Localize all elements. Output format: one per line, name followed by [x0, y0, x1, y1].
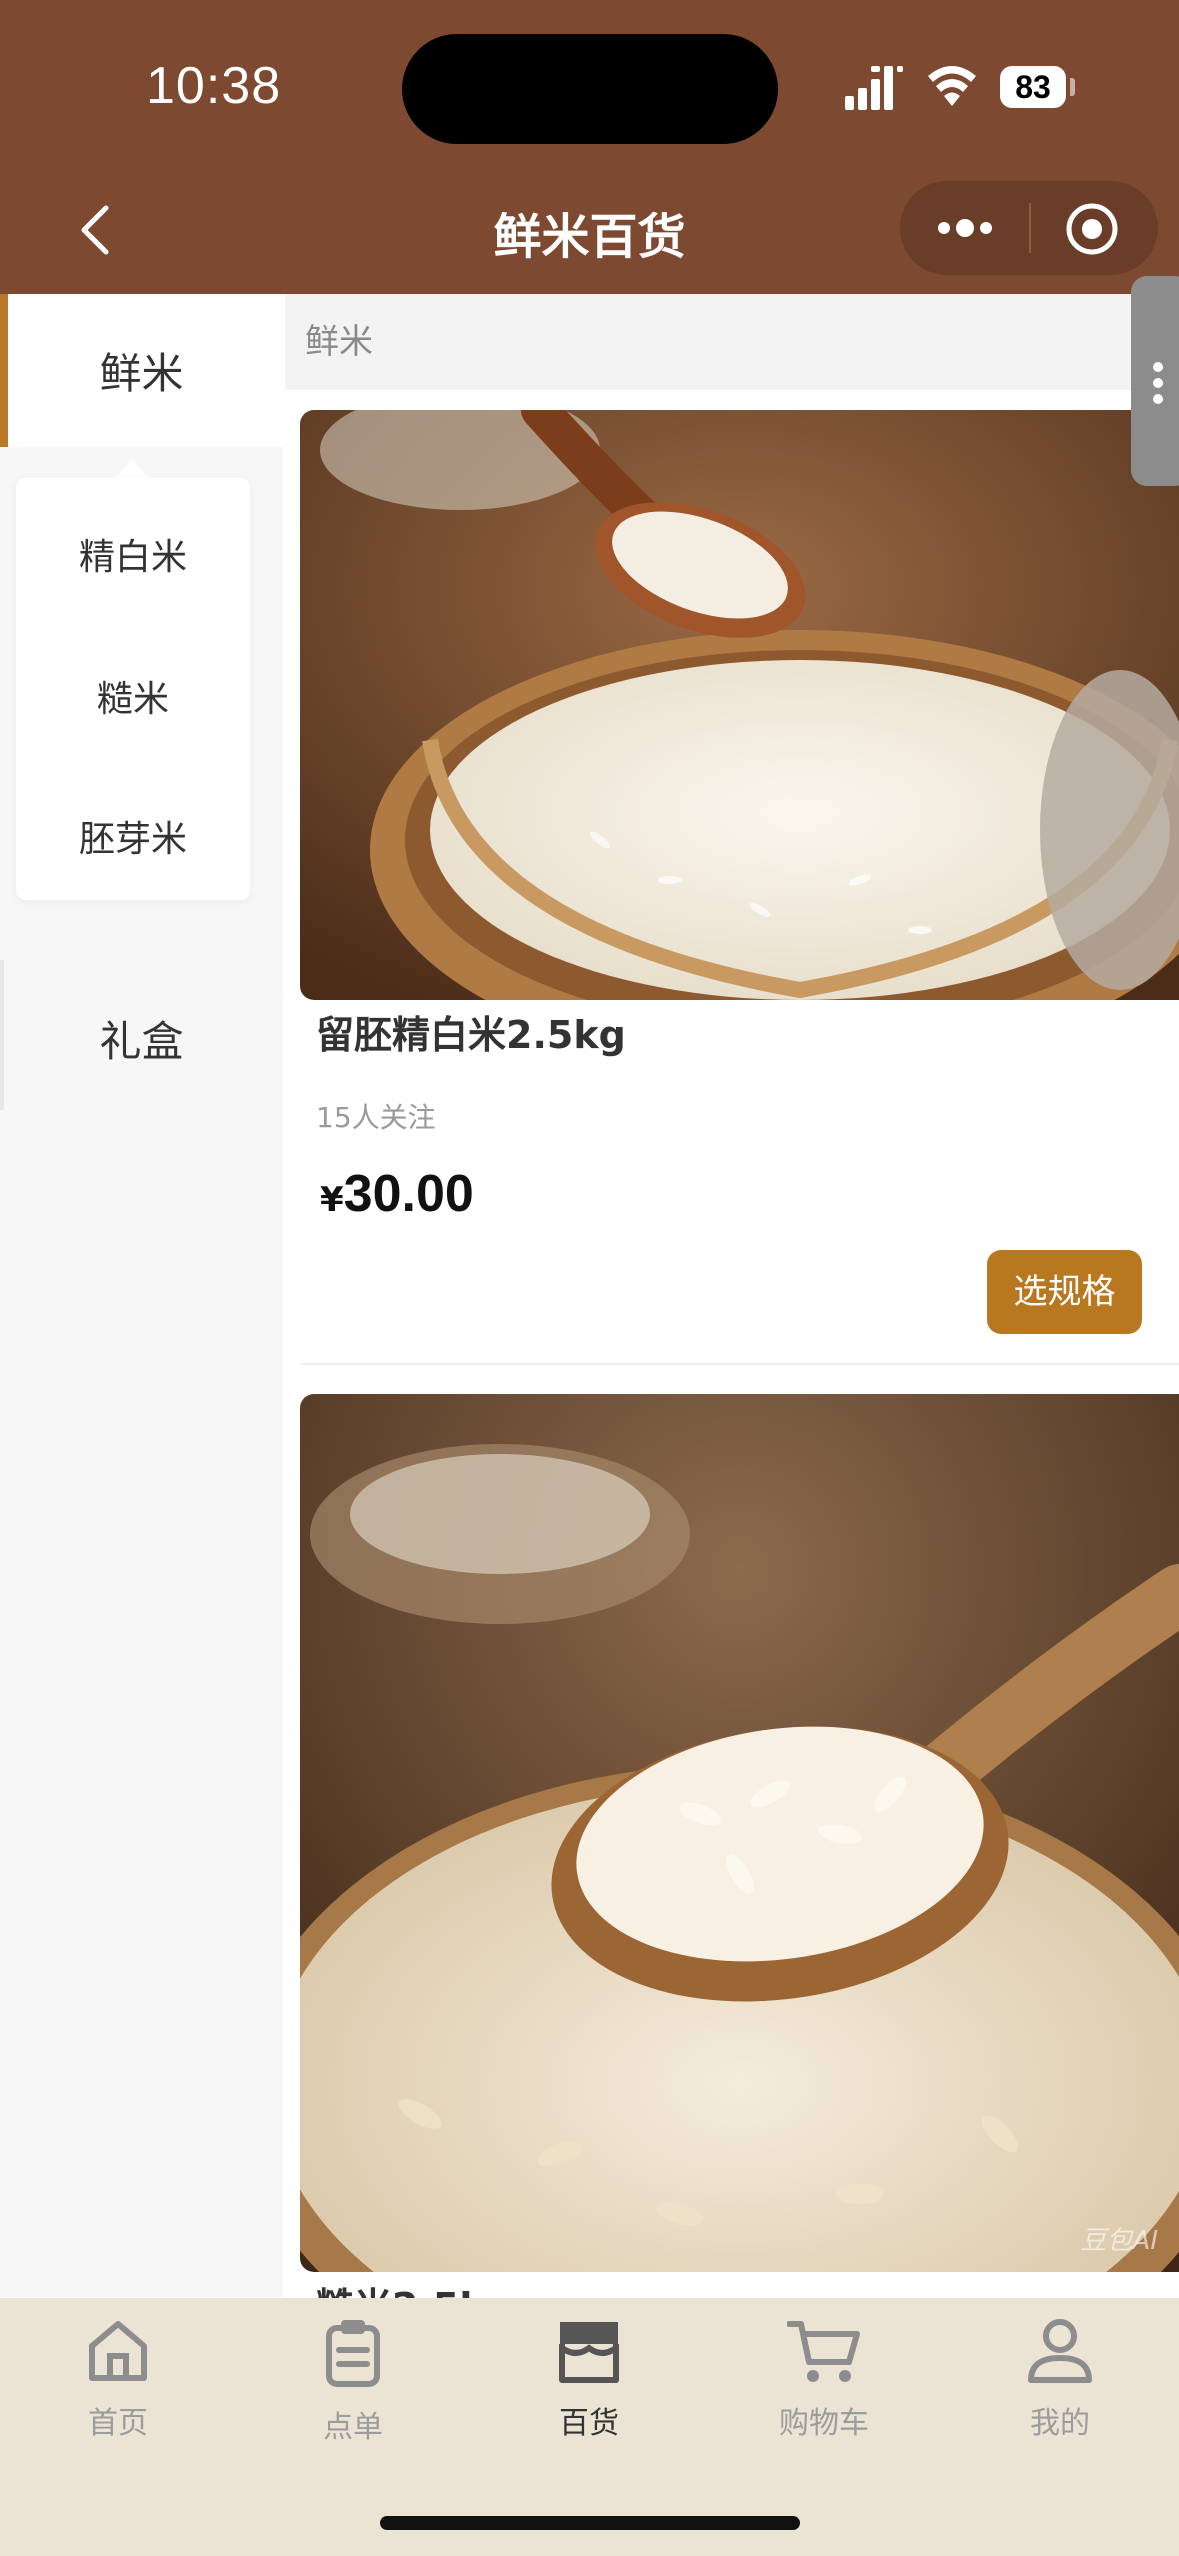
subcategory-white-rice[interactable]: 精白米	[16, 528, 250, 580]
close-miniprogram-icon[interactable]	[1064, 201, 1120, 257]
tab-label: 我的	[1030, 2406, 1090, 2441]
handle-dot	[1153, 378, 1163, 388]
image-watermark: 豆包AI	[1081, 2226, 1158, 2256]
tab-cart[interactable]: 购物车	[744, 2318, 904, 2442]
battery-tip	[1070, 78, 1075, 96]
user-icon	[1028, 2319, 1092, 2383]
product-price: ¥30.00	[320, 1164, 474, 1224]
store-icon	[559, 2322, 619, 2383]
signal-icon	[845, 66, 903, 110]
submenu-arrow	[114, 460, 150, 478]
product-image-brown-rice[interactable]: 豆包AI	[300, 1394, 1179, 2272]
more-icon[interactable]	[934, 211, 996, 245]
tab-label: 百货	[559, 2406, 619, 2441]
product-divider	[300, 1363, 1179, 1365]
battery-indicator: 83	[1000, 66, 1066, 108]
product-followers: 15人关注	[316, 1101, 436, 1134]
handle-dot	[1153, 394, 1163, 404]
status-time: 10:38	[146, 57, 282, 115]
subcategory-brown-rice[interactable]: 糙米	[16, 670, 250, 722]
dynamic-island	[402, 34, 778, 144]
capsule-divider	[1029, 203, 1031, 253]
tab-order[interactable]: 点单	[273, 2318, 433, 2446]
tab-home[interactable]: 首页	[38, 2318, 198, 2442]
category-fresh-rice[interactable]: 鲜米	[0, 294, 283, 447]
home-indicator	[380, 2516, 800, 2530]
rice-basket-image	[300, 410, 1179, 1000]
product-image-white-rice[interactable]	[300, 410, 1179, 1000]
tab-mine[interactable]: 我的	[980, 2318, 1140, 2442]
cart-icon	[787, 2321, 860, 2382]
handle-dot	[1153, 362, 1163, 372]
category-gift-box[interactable]: 礼盒	[0, 1008, 283, 1069]
mini-program-capsule	[900, 181, 1158, 275]
tab-label: 首页	[88, 2406, 148, 2441]
wifi-icon	[928, 66, 976, 106]
subcategory-germ-rice[interactable]: 胚芽米	[16, 810, 250, 862]
rice-spoon-image: 豆包AI	[300, 1394, 1179, 2272]
tab-label: 购物车	[779, 2406, 869, 2441]
product-name[interactable]: 糙米2.5kg	[316, 2276, 512, 2298]
price-value: 30.00	[343, 1165, 474, 1223]
category-label: 鲜米	[99, 349, 184, 398]
clipboard-icon	[326, 2320, 380, 2387]
tab-label: 点单	[323, 2410, 383, 2445]
select-spec-button[interactable]: 选规格	[987, 1250, 1142, 1334]
subcategory-panel: 精白米 糙米 胚芽米	[16, 478, 250, 900]
floating-handle[interactable]	[1131, 276, 1179, 486]
product-name[interactable]: 留胚精白米2.5kg	[316, 1004, 626, 1059]
section-header: 鲜米	[285, 294, 1179, 390]
tab-grocery[interactable]: 百货	[509, 2318, 669, 2442]
home-icon	[89, 2321, 147, 2381]
currency-symbol: ¥	[320, 1180, 344, 1220]
